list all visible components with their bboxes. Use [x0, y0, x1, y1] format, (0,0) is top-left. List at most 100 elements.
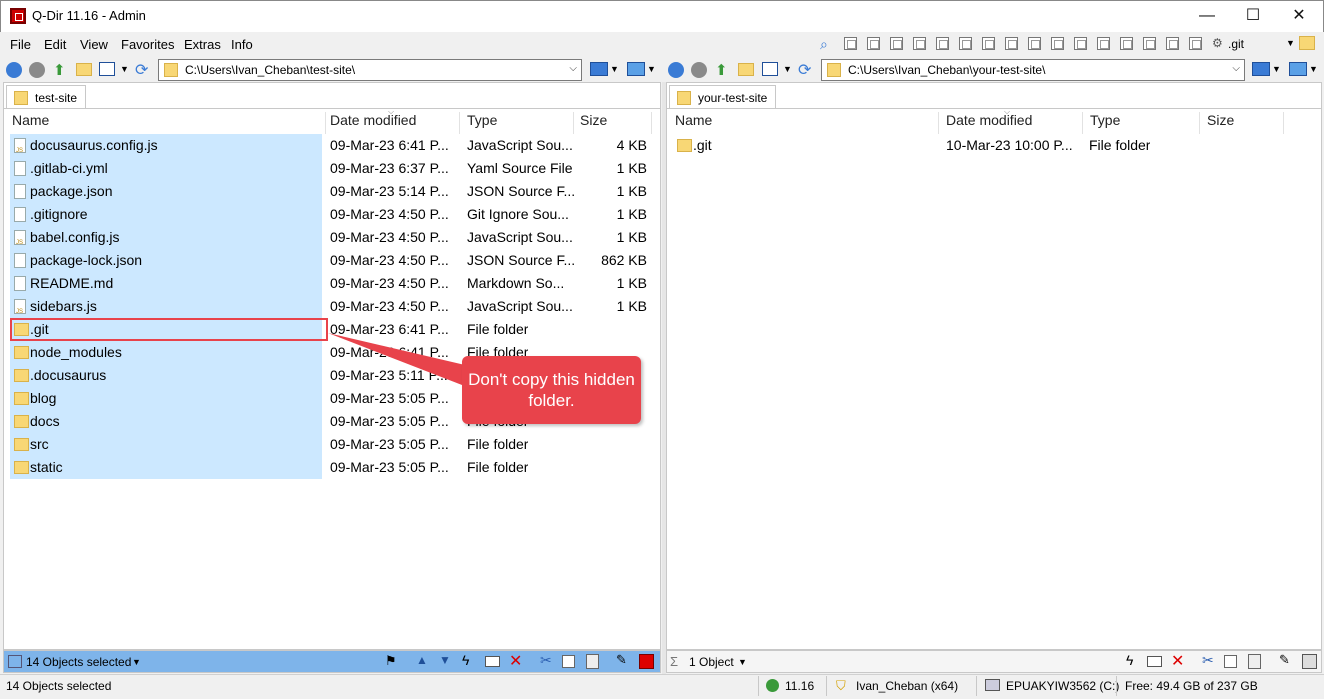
select-icon[interactable]: [1302, 654, 1317, 669]
layout-9-icon[interactable]: [1051, 37, 1064, 50]
name-cell[interactable]: .git: [673, 134, 933, 157]
layout-15-icon[interactable]: [1189, 37, 1202, 50]
menu-extras[interactable]: Extras: [184, 37, 221, 52]
lightning-icon[interactable]: ϟ: [1126, 652, 1133, 668]
right-status-text[interactable]: 1 Object: [689, 655, 734, 669]
layout-7-icon[interactable]: [1005, 37, 1018, 50]
layout-8-icon[interactable]: [1028, 37, 1041, 50]
cut-icon[interactable]: ✂: [540, 652, 552, 669]
table-row[interactable]: package-lock.json 09-Mar-23 4:50 P... JSON…: [4, 249, 654, 272]
table-row[interactable]: sidebars.js 09-Mar-23 4:50 P... JavaScript…: [4, 295, 654, 318]
refresh-icon[interactable]: ⟳: [135, 60, 148, 80]
chevron-down-icon[interactable]: ▼: [1286, 38, 1295, 48]
monitor-alt-dropdown-icon[interactable]: ▼: [647, 64, 656, 74]
favorite-folder-label[interactable]: .git: [1228, 37, 1244, 51]
layout-11-icon[interactable]: [1097, 37, 1110, 50]
menu-info[interactable]: Info: [231, 37, 253, 52]
column-name[interactable]: Name: [4, 112, 326, 134]
monitor-alt-icon[interactable]: [627, 62, 645, 76]
mail-icon[interactable]: [485, 656, 500, 667]
delete-icon[interactable]: ✕: [1171, 651, 1184, 671]
monitor-alt-dropdown-icon[interactable]: ▼: [1309, 64, 1318, 74]
refresh-icon[interactable]: ⟳: [798, 60, 811, 80]
name-cell[interactable]: babel.config.js: [10, 226, 322, 249]
left-tab[interactable]: test-site: [6, 85, 87, 109]
name-cell[interactable]: README.md: [10, 272, 322, 295]
name-cell[interactable]: blog: [10, 387, 322, 410]
new-folder-icon[interactable]: [76, 63, 92, 76]
mail-icon[interactable]: [1147, 656, 1162, 667]
layout-6-icon[interactable]: [982, 37, 995, 50]
new-folder-icon[interactable]: [738, 63, 754, 76]
name-cell[interactable]: node_modules: [10, 341, 322, 364]
menu-favorites[interactable]: Favorites: [121, 37, 174, 52]
layout-10-icon[interactable]: [1074, 37, 1087, 50]
table-row[interactable]: README.md 09-Mar-23 4:50 P... Markdown So.…: [4, 272, 654, 295]
select-icon[interactable]: [639, 654, 654, 669]
view-dropdown-icon[interactable]: ▼: [120, 64, 129, 74]
view-dropdown-icon[interactable]: ▼: [783, 64, 792, 74]
view-grid-icon[interactable]: [762, 62, 778, 76]
right-path-bar[interactable]: C:\Users\Ivan_Cheban\your-test-site\ ⌵: [821, 59, 1245, 81]
layout-1-icon[interactable]: [867, 37, 880, 50]
close-button[interactable]: ✕: [1276, 0, 1322, 32]
minimize-button[interactable]: —: [1184, 0, 1230, 32]
column-date[interactable]: Date modified: [938, 112, 1083, 134]
lightning-icon[interactable]: ϟ: [462, 652, 469, 668]
column-size[interactable]: Size: [1199, 112, 1284, 134]
table-row[interactable]: docusaurus.config.js 09-Mar-23 6:41 P... J…: [4, 134, 654, 157]
name-cell[interactable]: package.json: [10, 180, 322, 203]
name-cell[interactable]: docs: [10, 410, 322, 433]
view-grid-icon[interactable]: [99, 62, 115, 76]
table-row[interactable]: .gitignore 09-Mar-23 4:50 P... Git Ignore …: [4, 203, 654, 226]
menu-file[interactable]: File: [10, 37, 31, 52]
layout-12-icon[interactable]: [1120, 37, 1133, 50]
forward-icon[interactable]: [29, 62, 45, 78]
paste-icon[interactable]: [586, 654, 599, 669]
up-arrow-icon[interactable]: ⬆: [53, 61, 66, 79]
name-cell[interactable]: static: [10, 456, 322, 479]
chevron-down-icon[interactable]: ⌵: [1232, 63, 1240, 74]
back-icon[interactable]: [6, 62, 22, 78]
name-cell[interactable]: .gitlab-ci.yml: [10, 157, 322, 180]
name-cell[interactable]: .docusaurus: [10, 364, 322, 387]
layout-13-icon[interactable]: [1143, 37, 1156, 50]
delete-icon[interactable]: ✕: [509, 651, 522, 671]
folder-icon[interactable]: [1299, 36, 1315, 50]
monitor-icon[interactable]: [590, 62, 608, 76]
table-row[interactable]: src 09-Mar-23 5:05 P... File folder: [4, 433, 654, 456]
right-tab[interactable]: your-test-site: [669, 85, 777, 109]
table-row[interactable]: static 09-Mar-23 5:05 P... File folder: [4, 456, 654, 479]
layout-4-icon[interactable]: [936, 37, 949, 50]
back-icon[interactable]: [668, 62, 684, 78]
layout-3-icon[interactable]: [913, 37, 926, 50]
menu-view[interactable]: View: [80, 37, 108, 52]
name-cell[interactable]: package-lock.json: [10, 249, 322, 272]
name-cell[interactable]: src: [10, 433, 322, 456]
column-date[interactable]: Date modified: [322, 112, 460, 134]
layout-2-icon[interactable]: [890, 37, 903, 50]
maximize-button[interactable]: ☐: [1230, 0, 1276, 32]
table-row[interactable]: babel.config.js 09-Mar-23 4:50 P... JavaSc…: [4, 226, 654, 249]
chevron-down-icon[interactable]: ⌵: [569, 63, 577, 74]
column-size[interactable]: Size: [572, 112, 652, 134]
monitor-dropdown-icon[interactable]: ▼: [1272, 64, 1281, 74]
wrench-icon[interactable]: ⚙: [1212, 36, 1223, 50]
monitor-icon[interactable]: [1252, 62, 1270, 76]
up-arrow-icon[interactable]: ⬆: [715, 61, 728, 79]
edit-icon[interactable]: ✎: [1279, 652, 1290, 668]
left-path-bar[interactable]: C:\Users\Ivan_Cheban\test-site\ ⌵: [158, 59, 582, 81]
name-cell[interactable]: .gitignore: [10, 203, 322, 226]
chevron-down-icon[interactable]: ▼: [738, 657, 747, 667]
name-cell[interactable]: sidebars.js: [10, 295, 322, 318]
forward-icon[interactable]: [691, 62, 707, 78]
down-icon[interactable]: ▼: [439, 653, 451, 667]
table-row[interactable]: package.json 09-Mar-23 5:14 P... JSON Sour…: [4, 180, 654, 203]
filter-icon[interactable]: ⚑: [385, 653, 397, 669]
layout-14-icon[interactable]: [1166, 37, 1179, 50]
edit-icon[interactable]: ✎: [616, 652, 627, 668]
cut-icon[interactable]: ✂: [1202, 652, 1214, 669]
name-cell[interactable]: docusaurus.config.js: [10, 134, 322, 157]
chevron-down-icon[interactable]: ▼: [132, 657, 141, 667]
left-status-text[interactable]: 14 Objects selected: [26, 655, 131, 669]
